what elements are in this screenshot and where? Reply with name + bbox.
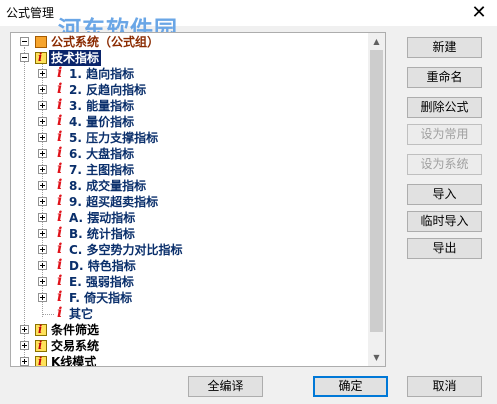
scroll-up-icon[interactable]: ▲ (368, 33, 385, 50)
item-icon: i (57, 65, 63, 81)
folder-icon: i (35, 323, 47, 336)
item-icon: i (57, 129, 63, 145)
set-system-button[interactable]: 设为系统 (407, 154, 482, 175)
item-icon: i (57, 177, 63, 193)
expand-icon[interactable] (38, 261, 47, 270)
tree-node-label: 交易系统 (51, 339, 100, 353)
item-icon: i (38, 339, 43, 352)
tree-node-label: K线模式 (51, 355, 97, 366)
item-icon: i (57, 193, 63, 209)
tree-node-label: 条件筛选 (51, 323, 100, 337)
delete-formula-button[interactable]: 删除公式 (407, 97, 482, 118)
expand-icon[interactable] (38, 277, 47, 286)
tree-item-label: B. 统计指标 (69, 227, 135, 241)
import-button[interactable]: 导入 (407, 184, 482, 205)
collapse-icon[interactable] (20, 53, 29, 62)
scroll-thumb[interactable] (370, 50, 383, 332)
tree-item-label: 9. 超买超卖指标 (69, 195, 159, 209)
temp-import-button[interactable]: 临时导入 (407, 211, 482, 232)
item-icon: i (57, 289, 63, 305)
expand-icon[interactable] (38, 229, 47, 238)
item-icon: i (57, 81, 63, 97)
expand-icon[interactable] (38, 197, 47, 206)
cancel-button[interactable]: 取消 (407, 376, 482, 397)
expand-icon[interactable] (20, 325, 29, 334)
expand-icon[interactable] (38, 149, 47, 158)
compile-all-button[interactable]: 全编译 (188, 376, 263, 397)
tree-item-label: A. 摆动指标 (69, 211, 136, 225)
tree-item-label: 其它 (69, 307, 94, 321)
item-icon: i (57, 305, 63, 321)
tree-item-label: D. 特色指标 (69, 259, 136, 273)
formula-tree[interactable]: 公式系统（公式组） i 技术指标 i 1. 趋向指标 i 2. 反趋向指标 i 3. … (10, 32, 386, 367)
tree-item-label: F. 倚天指标 (69, 291, 133, 305)
tree-item-label: 2. 反趋向指标 (69, 83, 147, 97)
expand-icon[interactable] (38, 181, 47, 190)
folder-icon: i (35, 339, 47, 352)
scroll-down-icon[interactable]: ▼ (368, 349, 385, 366)
folder-icon: i (35, 51, 47, 64)
vertical-scrollbar[interactable]: ▲ ▼ (368, 33, 385, 366)
tree-node-label: 技术指标 (49, 50, 102, 66)
ok-button[interactable]: 确定 (313, 376, 388, 397)
tree-item-label: E. 强弱指标 (69, 275, 134, 289)
tree-item-label: 5. 压力支撑指标 (69, 131, 159, 145)
tree-item-label: 3. 能量指标 (69, 99, 135, 113)
item-icon: i (57, 113, 63, 129)
tree-guide-root (24, 47, 25, 363)
close-icon[interactable]: ✕ (469, 3, 489, 23)
window-title: 公式管理 (6, 6, 55, 20)
tree-item-label: 6. 大盘指标 (69, 147, 135, 161)
item-icon: i (57, 145, 63, 161)
collapse-icon[interactable] (20, 37, 29, 46)
item-icon: i (38, 323, 43, 336)
item-icon: i (38, 355, 43, 366)
title-bar: 公式管理 河东软件园 www.pc0359.cn ✕ (0, 0, 497, 57)
expand-icon[interactable] (38, 117, 47, 126)
item-icon: i (57, 273, 63, 289)
rename-button[interactable]: 重命名 (407, 67, 482, 88)
folder-icon: i (35, 355, 47, 366)
item-icon: i (57, 209, 63, 225)
item-icon: i (57, 97, 63, 113)
set-common-button[interactable]: 设为常用 (407, 124, 482, 145)
tree-node-label: 公式系统（公式组） (51, 35, 160, 49)
tree-body: 公式系统（公式组） i 技术指标 i 1. 趋向指标 i 2. 反趋向指标 i 3. … (11, 33, 369, 366)
item-icon: i (57, 241, 63, 257)
expand-icon[interactable] (20, 341, 29, 350)
expand-icon[interactable] (38, 293, 47, 302)
expand-icon[interactable] (38, 101, 47, 110)
tree-item-label: 1. 趋向指标 (69, 67, 135, 81)
expand-icon[interactable] (38, 69, 47, 78)
expand-icon[interactable] (38, 85, 47, 94)
expand-icon[interactable] (38, 165, 47, 174)
expand-icon[interactable] (38, 213, 47, 222)
item-icon: i (38, 51, 43, 64)
item-icon: i (57, 225, 63, 241)
new-button[interactable]: 新建 (407, 37, 482, 58)
tree-item-label: 4. 量价指标 (69, 115, 135, 129)
expand-icon[interactable] (38, 133, 47, 142)
expand-icon[interactable] (38, 245, 47, 254)
item-icon: i (57, 257, 63, 273)
tree-item-label: 7. 主图指标 (69, 163, 135, 177)
tree-item-label: C. 多空势力对比指标 (69, 243, 183, 257)
tree-guide (42, 314, 54, 315)
tree-item-label: 8. 成交量指标 (69, 179, 147, 193)
expand-icon[interactable] (20, 357, 29, 366)
export-button[interactable]: 导出 (407, 238, 482, 259)
item-icon: i (57, 161, 63, 177)
folder-icon (35, 36, 47, 48)
